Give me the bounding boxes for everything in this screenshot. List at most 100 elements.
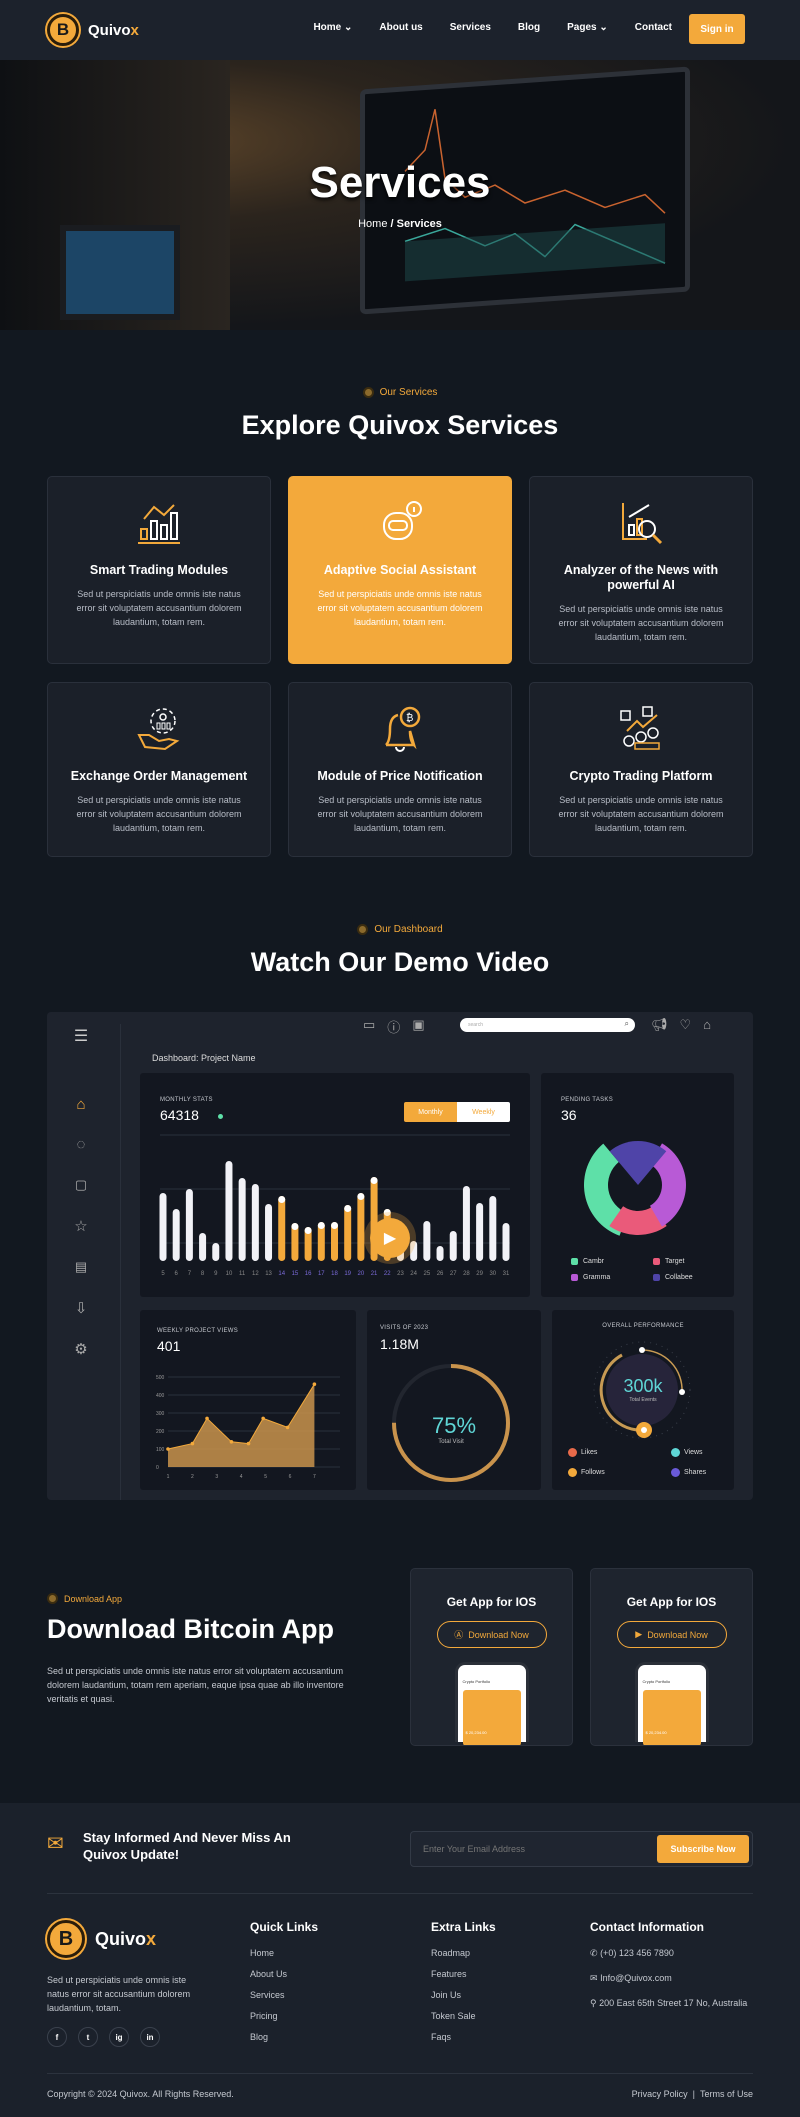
sign-in-button[interactable]: Sign in bbox=[689, 14, 745, 44]
dashboard-toolbar-icons: ▭ ⓘ ▣ bbox=[363, 1017, 425, 1036]
footer-link-join[interactable]: Join Us bbox=[431, 1990, 496, 2000]
bar bbox=[159, 1193, 167, 1261]
dashboard-search: search ⌕ bbox=[460, 1018, 635, 1032]
visits-panel: VISITS OF 2023 1.18M 75% Total Visit bbox=[367, 1310, 541, 1490]
service-card[interactable]: ₿ Module of Price Notification Sed ut pers… bbox=[288, 682, 512, 857]
download-now-button[interactable]: Ⓐ Download Now bbox=[436, 1621, 547, 1648]
bar bbox=[476, 1203, 484, 1261]
bitcoin-logo-icon: B bbox=[47, 1920, 85, 1958]
visits-gauge bbox=[392, 1364, 510, 1482]
legal-links: Privacy Policy | Terms of Use bbox=[632, 2089, 753, 2099]
instagram-icon[interactable]: ig bbox=[109, 2027, 129, 2047]
play-icon: ▶ bbox=[383, 1230, 397, 1247]
subscribe-button[interactable]: Subscribe Now bbox=[657, 1835, 749, 1863]
brand-accent: x bbox=[130, 21, 139, 39]
x-tick-label: 5 bbox=[264, 1474, 267, 1480]
footer-logo[interactable]: B Quivox bbox=[47, 1920, 156, 1958]
logo[interactable]: B Quivox bbox=[47, 14, 139, 46]
mail-icon: ✉ bbox=[590, 1973, 598, 1983]
service-card[interactable]: Crypto Trading Platform Sed ut perspiciat… bbox=[529, 682, 753, 857]
x-tick-label: 4 bbox=[240, 1474, 243, 1480]
bar-cap bbox=[278, 1196, 286, 1203]
bar bbox=[265, 1204, 273, 1261]
dashboard-heading: Dashboard: Project Name bbox=[152, 1053, 256, 1063]
nav-pages[interactable]: Pages ⌄ bbox=[567, 22, 608, 33]
x-tick-label: 29 bbox=[476, 1271, 483, 1277]
app-download-card: Get App for IOS ▶ Download Now Crypto Por… bbox=[590, 1568, 753, 1746]
monthly-stats-panel: MONTHLY STATS 64318 Monthly Weekly 56789… bbox=[140, 1073, 530, 1297]
play-video-button[interactable]: ▶ bbox=[370, 1218, 410, 1258]
x-tick-label: 2 bbox=[191, 1474, 194, 1480]
bar bbox=[344, 1205, 352, 1261]
copyright: Copyright © 2024 Quivox. All Rights Rese… bbox=[47, 2089, 234, 2099]
performance-panel: OVERALL PERFORMANCE 300k Total Events Li… bbox=[552, 1310, 734, 1490]
phone-price: $ 20,234.00 bbox=[465, 1730, 487, 1735]
x-tick-label: 17 bbox=[318, 1271, 325, 1277]
footer-link-faqs[interactable]: Faqs bbox=[431, 2032, 496, 2042]
footer-link-home[interactable]: Home bbox=[250, 1948, 318, 1958]
views-icon bbox=[671, 1448, 680, 1457]
likes-icon bbox=[568, 1448, 577, 1457]
download-eyebrow: Download App bbox=[47, 1593, 122, 1604]
performance-value: 300k bbox=[623, 1376, 663, 1396]
nav-home[interactable]: Home ⌄ bbox=[313, 22, 352, 33]
service-card[interactable]: Exchange Order Management Sed ut perspici… bbox=[47, 682, 271, 857]
bar-cap bbox=[344, 1205, 352, 1212]
footer-link-roadmap[interactable]: Roadmap bbox=[431, 1948, 496, 1958]
demo-video-dashboard[interactable]: ☰ ⌂ ◌ ▢ ☆ ▤ ⇩ ⚙ ▭ ⓘ ▣ search ⌕ 📢︎ ♡ ⌂ Dashboa… bbox=[47, 1012, 753, 1500]
bar bbox=[199, 1233, 207, 1261]
x-tick-label: 28 bbox=[463, 1271, 470, 1277]
footer-link-pricing[interactable]: Pricing bbox=[250, 2011, 318, 2021]
service-card[interactable]: Smart Trading Modules Sed ut perspiciatis… bbox=[47, 476, 271, 664]
services-title: Explore Quivox Services bbox=[241, 410, 559, 440]
data-point bbox=[229, 1440, 234, 1444]
linkedin-icon[interactable]: in bbox=[140, 2027, 160, 2047]
x-tick-label: 1 bbox=[167, 1474, 170, 1480]
twitter-icon[interactable]: t bbox=[78, 2027, 98, 2047]
service-card[interactable]: Adaptive Social Assistant Sed ut perspici… bbox=[288, 476, 512, 664]
app-store-icon: Ⓐ bbox=[454, 1630, 464, 1640]
location-pin-icon: ⚲ bbox=[590, 1998, 597, 2008]
x-tick-label: 26 bbox=[437, 1271, 444, 1277]
bar-cap bbox=[370, 1177, 378, 1184]
download-now-button[interactable]: ▶ Download Now bbox=[616, 1621, 727, 1648]
bar bbox=[502, 1223, 510, 1261]
app-card-title: Get App for IOS bbox=[446, 1595, 537, 1609]
contact-email[interactable]: Info@Quivox.com bbox=[600, 1973, 672, 1983]
facebook-icon[interactable]: f bbox=[47, 2027, 67, 2047]
x-tick-label: 18 bbox=[331, 1271, 338, 1277]
x-tick-label: 7 bbox=[188, 1271, 192, 1277]
privacy-link[interactable]: Privacy Policy bbox=[632, 2089, 688, 2099]
performance-legend-item: Follows bbox=[568, 1468, 605, 1477]
chart-growth-icon bbox=[138, 504, 180, 544]
breadcrumb: Home / Services bbox=[0, 218, 800, 230]
download-title: Download Bitcoin App bbox=[47, 1614, 334, 1644]
footer-link-about[interactable]: About Us bbox=[250, 1969, 318, 1979]
bar-cap bbox=[291, 1223, 299, 1230]
bar bbox=[278, 1196, 286, 1261]
service-card[interactable]: Analyzer of the News with powerful AI Sed… bbox=[529, 476, 753, 664]
bar-cap bbox=[317, 1222, 325, 1229]
terms-link[interactable]: Terms of Use bbox=[700, 2089, 753, 2099]
download-icon: ⇩ bbox=[74, 1300, 88, 1317]
performance-legend-item: Shares bbox=[671, 1468, 706, 1477]
footer-link-blog[interactable]: Blog bbox=[250, 2032, 318, 2042]
footer-link-features[interactable]: Features bbox=[431, 1969, 496, 1979]
x-tick-label: 9 bbox=[214, 1271, 218, 1277]
play-store-icon: ▶ bbox=[635, 1629, 643, 1639]
x-tick-label: 12 bbox=[252, 1271, 259, 1277]
footer-link-token-sale[interactable]: Token Sale bbox=[431, 2011, 496, 2021]
service-card-title: Module of Price Notification bbox=[317, 769, 483, 783]
nav-contact[interactable]: Contact bbox=[635, 22, 672, 33]
services-eyebrow-label: Our Services bbox=[379, 387, 438, 398]
footer-link-services[interactable]: Services bbox=[250, 1990, 318, 2000]
nav-blog[interactable]: Blog bbox=[518, 22, 540, 33]
nav-about[interactable]: About us bbox=[379, 22, 422, 33]
breadcrumb-current: Services bbox=[396, 218, 442, 230]
contact-phone[interactable]: (+0) 123 456 7890 bbox=[600, 1948, 674, 1958]
breadcrumb-home[interactable]: Home bbox=[358, 218, 387, 230]
bar bbox=[172, 1209, 180, 1261]
nav-services[interactable]: Services bbox=[450, 22, 491, 33]
email-input[interactable] bbox=[423, 1832, 643, 1866]
settings-icon: ⚙ bbox=[74, 1341, 88, 1358]
